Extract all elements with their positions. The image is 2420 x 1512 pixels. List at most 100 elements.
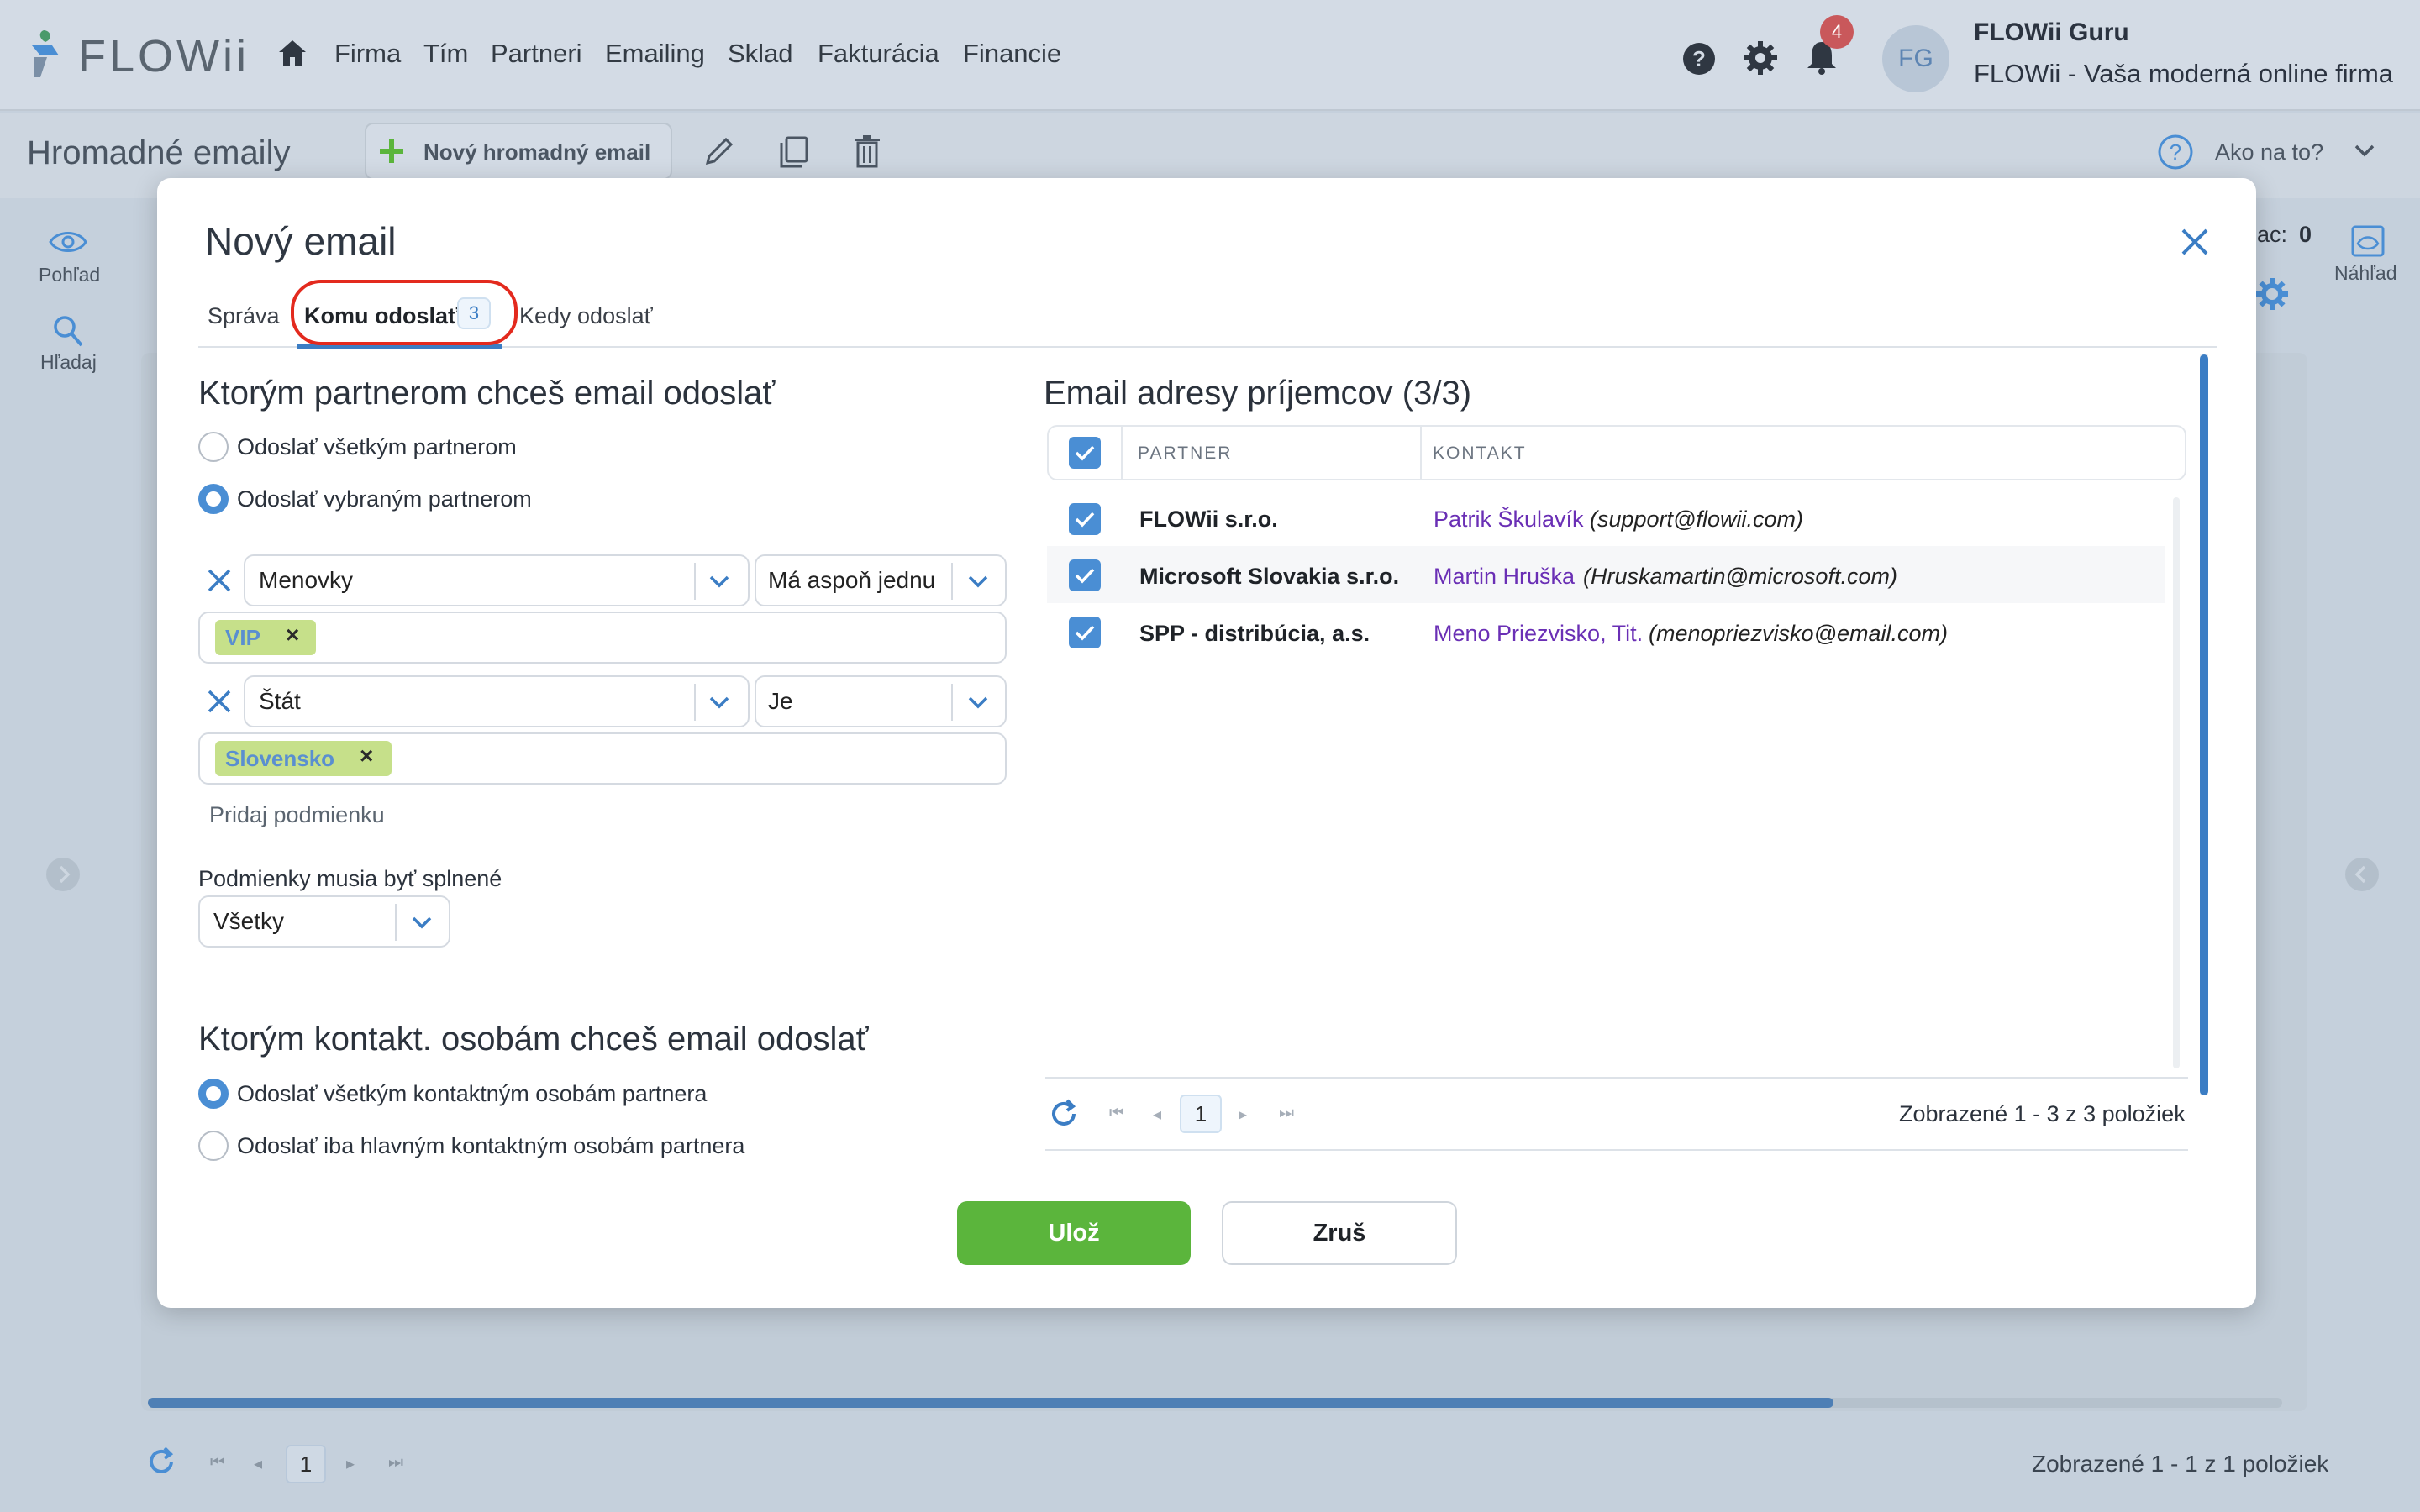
background-scrollbar-thumb[interactable] <box>148 1398 1833 1408</box>
check-icon <box>1075 512 1095 528</box>
user-name[interactable]: FLOWii Guru <box>1974 18 2129 47</box>
avatar[interactable]: FG <box>1882 25 1949 92</box>
copy-icon[interactable] <box>776 134 810 170</box>
row-contact-link[interactable]: Patrik Škulavík <box>1434 507 1584 533</box>
company-tagline: FLOWii - Vaša moderná online firma <box>1974 59 2394 88</box>
first-page-icon[interactable]: ⏮ <box>210 1453 225 1473</box>
prev-page-icon[interactable]: ◂ <box>254 1453 262 1474</box>
row-checkbox[interactable] <box>1069 503 1101 535</box>
remove-condition-icon[interactable] <box>207 568 232 593</box>
help-circle-icon[interactable]: ? <box>2158 134 2193 170</box>
check-icon <box>1075 568 1095 584</box>
radio-selected-partners-label[interactable]: Odoslať vybraným partnerom <box>237 486 532 512</box>
bg-page-number[interactable]: 1 <box>286 1445 326 1483</box>
column-divider <box>1420 425 1422 480</box>
contacts-section-title: Ktorým kontakt. osobám chceš email odosl… <box>198 1021 869 1058</box>
prev-page-icon[interactable]: ◂ <box>1153 1104 1161 1125</box>
svg-text:?: ? <box>2170 139 2181 165</box>
tab-kedy-odoslat[interactable]: Kedy odoslať <box>519 303 653 329</box>
remove-tag-icon[interactable]: × <box>360 743 373 769</box>
plus-icon <box>378 138 405 165</box>
row-email: (Hruskamartin@microsoft.com) <box>1583 564 1897 589</box>
radio-all-contacts-label[interactable]: Odoslať všetkým kontaktným osobám partne… <box>237 1081 707 1107</box>
select-divider <box>951 563 953 600</box>
select-divider <box>694 684 696 721</box>
condition-operator-value: Je <box>768 688 793 714</box>
highlight-annotation <box>291 280 518 345</box>
preview-icon[interactable] <box>2351 225 2385 257</box>
column-header-partner[interactable]: PARTNER <box>1138 444 1232 464</box>
row-checkbox[interactable] <box>1069 617 1101 648</box>
view-label[interactable]: Pohľad <box>39 264 100 286</box>
condition-field-select[interactable] <box>244 675 750 727</box>
modal-scrollbar-thumb[interactable] <box>2200 354 2208 1095</box>
counter-label: ac: <box>2257 222 2288 247</box>
flowii-logo-icon[interactable] <box>25 27 69 79</box>
remove-tag-icon[interactable]: × <box>286 622 299 648</box>
first-page-icon[interactable]: ⏮ <box>1109 1104 1124 1123</box>
chevron-down-icon[interactable] <box>708 694 731 711</box>
nav-partneri[interactable]: Partneri <box>491 39 582 69</box>
grid-bottom-divider <box>1045 1149 2188 1151</box>
chevron-down-icon[interactable] <box>708 573 731 590</box>
radio-all-contacts[interactable] <box>198 1079 229 1109</box>
settings-icon[interactable] <box>2255 277 2289 311</box>
next-page-icon[interactable]: ▸ <box>1239 1104 1247 1125</box>
new-mass-email-label: Nový hromadný email <box>424 139 651 165</box>
radio-selected-partners[interactable] <box>198 484 229 514</box>
nav-fakturacia[interactable]: Fakturácia <box>818 39 939 69</box>
home-icon[interactable] <box>277 39 308 67</box>
nav-emailing[interactable]: Emailing <box>605 39 705 69</box>
refresh-icon[interactable] <box>1047 1097 1081 1131</box>
nav-financie[interactable]: Financie <box>963 39 1061 69</box>
partners-section-title: Ktorým partnerom chceš email odoslať <box>198 375 776 412</box>
bg-pager-info: Zobrazené 1 - 1 z 1 položiek <box>2032 1451 2329 1477</box>
chevron-down-icon[interactable] <box>966 573 990 590</box>
chevron-down-icon[interactable] <box>966 694 990 711</box>
edit-icon[interactable] <box>702 134 736 168</box>
chevron-down-icon[interactable] <box>2353 141 2376 160</box>
last-page-icon[interactable]: ⏭ <box>388 1453 403 1473</box>
select-all-checkbox[interactable] <box>1069 437 1101 469</box>
row-partner: Microsoft Slovakia s.r.o. <box>1139 564 1400 589</box>
row-contact-link[interactable]: Meno Priezvisko, Tit. <box>1434 621 1643 647</box>
nav-sklad[interactable]: Sklad <box>728 39 793 69</box>
help-icon[interactable]: ? <box>1682 42 1716 76</box>
column-header-contact[interactable]: KONTAKT <box>1433 444 1527 464</box>
next-page-icon[interactable]: ▸ <box>346 1453 355 1474</box>
close-icon[interactable] <box>2178 225 2212 259</box>
counter-value: 0 <box>2299 222 2312 247</box>
refresh-icon[interactable] <box>145 1445 178 1478</box>
nav-firma[interactable]: Firma <box>334 39 401 69</box>
scroll-right-icon[interactable] <box>2344 857 2380 892</box>
cancel-button[interactable]: Zruš <box>1222 1201 1457 1265</box>
check-icon <box>1075 625 1095 641</box>
nav-tim[interactable]: Tím <box>424 39 468 69</box>
preview-label[interactable]: Náhľad <box>2334 262 2396 285</box>
scroll-left-icon[interactable] <box>45 857 81 892</box>
grid-page-number[interactable]: 1 <box>1180 1095 1222 1133</box>
grid-scrollbar[interactable] <box>2173 497 2180 1068</box>
search-label[interactable]: Hľadaj <box>40 351 97 374</box>
remove-condition-icon[interactable] <box>207 689 232 714</box>
radio-all-partners[interactable] <box>198 432 229 462</box>
trash-icon[interactable] <box>852 134 882 168</box>
chevron-down-icon[interactable] <box>410 914 434 931</box>
select-divider <box>951 684 953 721</box>
tab-sprava[interactable]: Správa <box>208 303 280 329</box>
save-button[interactable]: Ulož <box>957 1201 1191 1265</box>
radio-main-contacts-label[interactable]: Odoslať iba hlavným kontaktným osobám pa… <box>237 1133 744 1159</box>
logo-text[interactable]: FLOWii <box>78 30 250 82</box>
condition-values-input[interactable] <box>198 612 1007 664</box>
search-icon[interactable] <box>52 314 84 348</box>
row-checkbox[interactable] <box>1069 559 1101 591</box>
gear-icon[interactable] <box>1743 40 1778 76</box>
how-to-link[interactable]: Ako na to? <box>2215 139 2323 165</box>
add-condition-link[interactable]: Pridaj podmienku <box>209 802 385 828</box>
page-title: Hromadné emaily <box>27 134 291 171</box>
eye-icon[interactable] <box>49 228 87 255</box>
radio-main-contacts[interactable] <box>198 1131 229 1161</box>
last-page-icon[interactable]: ⏭ <box>1279 1104 1294 1123</box>
row-contact-link[interactable]: Martin Hruška <box>1434 564 1575 590</box>
radio-all-partners-label[interactable]: Odoslať všetkým partnerom <box>237 434 517 460</box>
